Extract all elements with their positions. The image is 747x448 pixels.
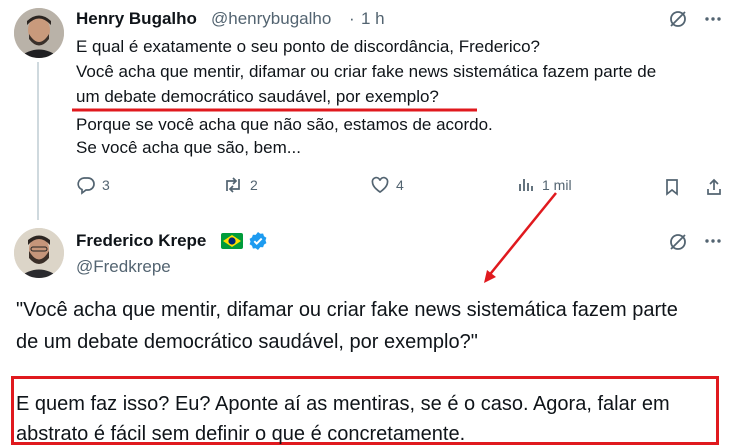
like-button[interactable]: 4 [370, 175, 404, 195]
author-handle[interactable]: @henrybugalho [211, 9, 331, 29]
like-icon [371, 176, 389, 194]
views-button[interactable]: 1 mil [516, 175, 572, 195]
bookmark-icon[interactable] [662, 177, 682, 202]
timestamp[interactable]: 1 h [361, 9, 385, 29]
verified-badge-icon[interactable] [248, 231, 268, 256]
tweet-text-line: Você acha que mentir, difamar ou criar f… [76, 62, 657, 81]
dot-separator: · [349, 9, 355, 28]
views-icon [519, 179, 533, 191]
like-count: 4 [396, 177, 404, 193]
grok-icon[interactable] [668, 9, 688, 34]
avatar[interactable] [14, 8, 64, 58]
more-icon[interactable] [704, 10, 722, 33]
reply-button[interactable]: 3 [76, 175, 110, 195]
parent-tweet: Henry Bugalho @henrybugalho · 1 h E qual… [0, 0, 747, 220]
quoted-text-line: de um debate democrático saudável, por e… [16, 331, 478, 353]
avatar[interactable] [14, 228, 64, 278]
more-icon[interactable] [704, 232, 722, 255]
tweet-text-line: E qual é exatamente o seu ponto de disco… [76, 37, 541, 56]
grok-icon[interactable] [668, 232, 688, 257]
repost-icon [226, 177, 240, 193]
thread-connector-line [37, 62, 39, 220]
author-name[interactable]: Henry Bugalho [76, 9, 197, 29]
avatar-frederico-image [14, 228, 64, 278]
brazil-flag-icon [221, 233, 243, 254]
tweet-text-line: um debate democrático saudável, por exem… [76, 87, 439, 106]
answer-text-line: E quem faz isso? Eu? Aponte aí as mentir… [16, 393, 670, 415]
share-icon[interactable] [704, 177, 724, 202]
answer-text-line: abstrato é fácil sem definir o que é con… [16, 423, 466, 445]
author-name[interactable]: Frederico Krepe [76, 231, 206, 251]
tweet-text-line: Se você acha que são, bem... [76, 138, 301, 157]
repost-button[interactable]: 2 [222, 175, 258, 195]
author-handle[interactable]: @Fredkrepe [76, 257, 171, 277]
quoted-text-line: "Você acha que mentir, difamar ou criar … [16, 299, 678, 321]
view-count: 1 mil [542, 177, 572, 193]
repost-count: 2 [250, 177, 258, 193]
reply-count: 3 [102, 177, 110, 193]
red-arrow-head [484, 270, 496, 283]
avatar-henry-image [14, 8, 64, 58]
reply-icon [77, 177, 95, 195]
tweet-text-line: Porque se você acha que não são, estamos… [76, 115, 493, 134]
